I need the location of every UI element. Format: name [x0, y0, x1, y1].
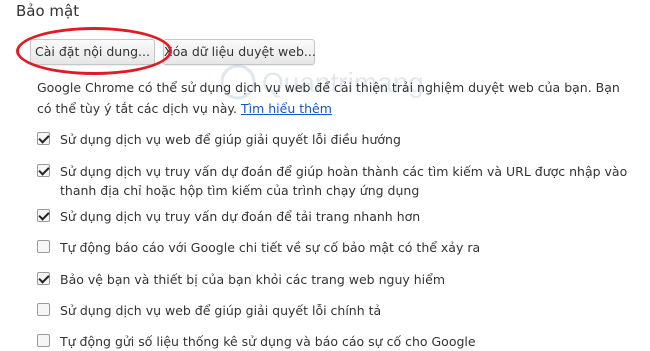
option-label: Sử dụng dịch vụ truy vấn dự đoán để giúp…	[60, 164, 628, 198]
option-label: Sử dụng dịch vụ web để giúp giải quyết l…	[60, 132, 401, 147]
content-settings-button[interactable]: Cài đặt nội dung...	[30, 39, 155, 65]
checkbox[interactable]	[37, 334, 50, 347]
clear-browsing-data-button[interactable]: Xóa dữ liệu duyệt web...	[163, 39, 316, 65]
security-description: Google Chrome có thể sử dụng dịch vụ web…	[37, 77, 637, 119]
learn-more-link[interactable]: Tìm hiểu thêm	[241, 101, 332, 116]
checkbox[interactable]	[37, 209, 50, 222]
section-title: Bảo mật	[16, 2, 80, 20]
checkbox[interactable]	[37, 240, 50, 253]
option-label: Tự động báo cáo với Google chi tiết về s…	[60, 240, 481, 255]
option-label: Bảo vệ bạn và thiết bị của bạn khỏi các …	[60, 272, 445, 287]
checkbox[interactable]	[37, 303, 50, 316]
checkbox[interactable]	[37, 164, 50, 177]
option-label: Tự động gửi số liệu thống kê sử dụng và …	[60, 334, 476, 349]
checkbox[interactable]	[37, 272, 50, 285]
checkbox[interactable]	[37, 132, 50, 145]
option-label: Sử dụng dịch vụ web để giúp giải quyết l…	[60, 303, 382, 318]
option-label: Sử dụng dịch vụ truy vấn dự đoán để tải …	[60, 209, 421, 224]
